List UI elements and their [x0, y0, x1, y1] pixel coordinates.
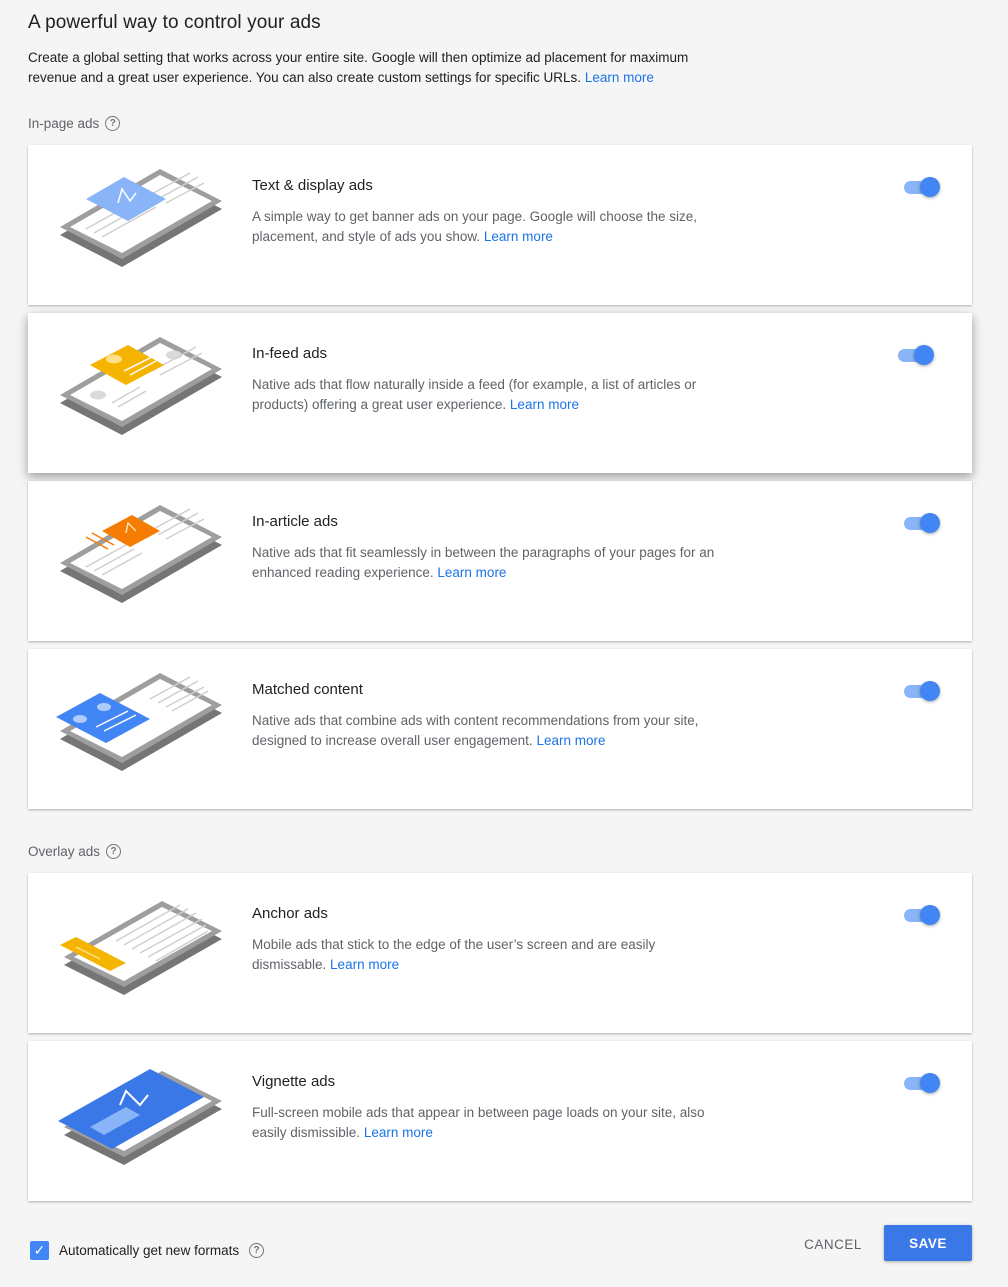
help-circle-icon[interactable]: ?	[105, 116, 121, 131]
text-display-ads-illustration	[60, 169, 222, 267]
anchor-ads-illustration	[60, 901, 222, 995]
intro-text: Create a global setting that works acros…	[28, 48, 728, 88]
card-description: Full-screen mobile ads that appear in be…	[252, 1103, 732, 1143]
in-feed-ads-illustration	[60, 337, 222, 435]
auto-formats-option: ✓ Automatically get new formats ?	[30, 1241, 265, 1260]
card-description: Native ads that fit seamlessly in betwee…	[252, 543, 732, 583]
in-feed-ads-toggle[interactable]	[896, 345, 934, 365]
card-title: In-article ads	[252, 513, 338, 530]
card-description: Native ads that combine ads with content…	[252, 711, 732, 751]
toggle-thumb	[920, 1073, 940, 1093]
card-description-text: Full-screen mobile ads that appear in be…	[252, 1105, 705, 1140]
card-learn-more-link[interactable]: Learn more	[437, 565, 506, 580]
card-description-text: Native ads that flow naturally inside a …	[252, 377, 697, 412]
card-learn-more-link[interactable]: Learn more	[330, 957, 399, 972]
card-anchor-ads: Anchor ads Mobile ads that stick to the …	[28, 873, 972, 1033]
auto-formats-checkbox[interactable]: ✓	[30, 1241, 49, 1260]
help-circle-icon[interactable]: ?	[249, 1243, 265, 1258]
card-title: In-feed ads	[252, 345, 328, 362]
card-learn-more-link[interactable]: Learn more	[484, 229, 553, 244]
section-label-in-page: In-page ads ?	[28, 116, 121, 131]
card-title: Vignette ads	[252, 1073, 336, 1090]
section-label-text: In-page ads	[28, 116, 100, 131]
card-description: Native ads that flow naturally inside a …	[252, 375, 732, 415]
text-display-ads-toggle[interactable]	[902, 177, 940, 197]
card-learn-more-link[interactable]: Learn more	[364, 1125, 433, 1140]
matched-content-illustration	[56, 673, 222, 771]
section-label-text: Overlay ads	[28, 844, 101, 859]
card-description-text: A simple way to get banner ads on your p…	[252, 209, 698, 244]
card-description-text: Native ads that combine ads with content…	[252, 713, 699, 748]
section-label-overlay: Overlay ads ?	[28, 844, 122, 859]
vignette-ads-toggle[interactable]	[902, 1073, 940, 1093]
help-circle-icon[interactable]: ?	[106, 844, 122, 859]
card-title: Anchor ads	[252, 905, 328, 922]
card-description: A simple way to get banner ads on your p…	[252, 207, 732, 247]
vignette-ads-illustration	[58, 1069, 222, 1165]
cancel-button[interactable]: CANCEL	[792, 1227, 874, 1261]
card-learn-more-link[interactable]: Learn more	[536, 733, 605, 748]
card-vignette-ads: Vignette ads Full-screen mobile ads that…	[28, 1041, 972, 1201]
toggle-thumb	[920, 681, 940, 701]
card-title: Matched content	[252, 681, 363, 698]
toggle-thumb	[920, 513, 940, 533]
auto-formats-label: Automatically get new formats	[59, 1243, 240, 1258]
anchor-ads-toggle[interactable]	[902, 905, 940, 925]
page-title: A powerful way to control your ads	[28, 12, 321, 33]
card-text-display-ads: Text & display ads A simple way to get b…	[28, 145, 972, 305]
card-matched-content: Matched content Native ads that combine …	[28, 649, 972, 809]
card-description-text: Mobile ads that stick to the edge of the…	[252, 937, 656, 972]
in-article-ads-toggle[interactable]	[902, 513, 940, 533]
card-description: Mobile ads that stick to the edge of the…	[252, 935, 732, 975]
save-button[interactable]: SAVE	[884, 1225, 972, 1261]
toggle-thumb	[920, 905, 940, 925]
card-learn-more-link[interactable]: Learn more	[510, 397, 579, 412]
toggle-thumb	[914, 345, 934, 365]
card-in-article-ads: In-article ads Native ads that fit seaml…	[28, 481, 972, 641]
intro-learn-more-link[interactable]: Learn more	[585, 70, 654, 85]
card-in-feed-ads: In-feed ads Native ads that flow natural…	[28, 313, 972, 473]
card-title: Text & display ads	[252, 177, 373, 194]
toggle-thumb	[920, 177, 940, 197]
matched-content-toggle[interactable]	[902, 681, 940, 701]
page-header: A powerful way to control your ads Creat…	[28, 12, 748, 88]
in-article-ads-illustration	[60, 505, 222, 603]
